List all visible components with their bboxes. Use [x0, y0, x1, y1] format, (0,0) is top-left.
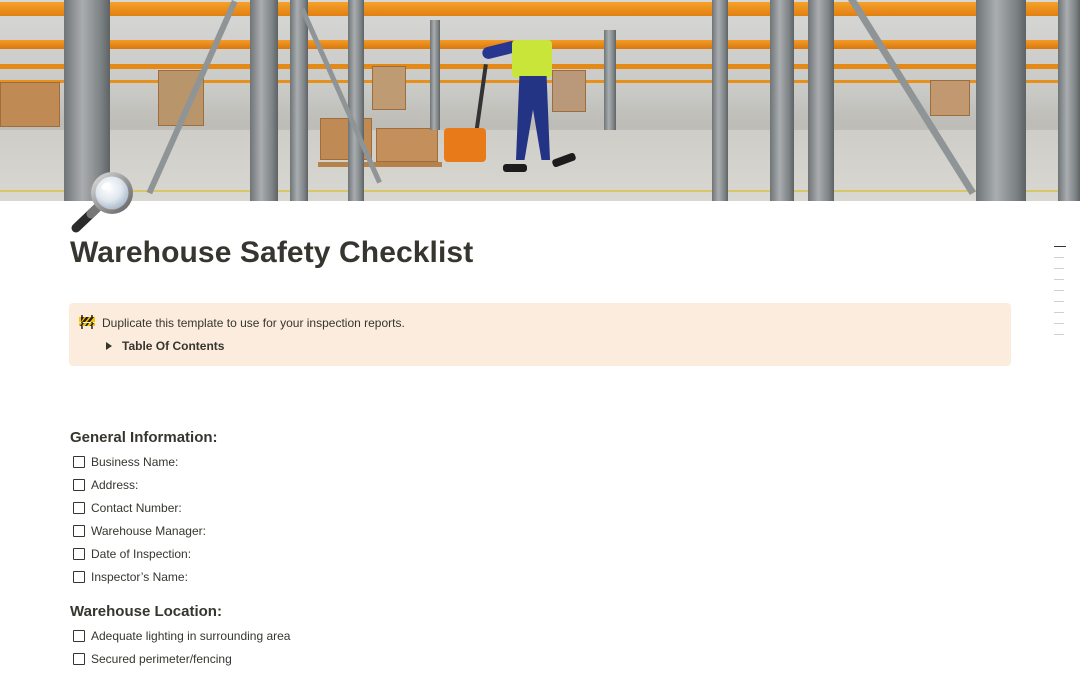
- rack-post: [250, 0, 278, 201]
- todo-item: Contact Number:: [73, 499, 182, 517]
- todo-item: Warehouse Manager:: [73, 522, 206, 540]
- rack-post: [430, 20, 440, 130]
- toc-rail-tick[interactable]: [1054, 301, 1064, 302]
- todo-label[interactable]: Date of Inspection:: [91, 547, 191, 561]
- toc-rail[interactable]: [1054, 246, 1068, 345]
- todo-label[interactable]: Contact Number:: [91, 501, 182, 515]
- floor-marking: [0, 190, 1080, 192]
- triangle-right-icon[interactable]: [106, 342, 112, 350]
- toc-rail-tick[interactable]: [1054, 323, 1064, 324]
- toc-rail-tick[interactable]: [1054, 246, 1066, 247]
- toc-rail-tick[interactable]: [1054, 279, 1064, 280]
- cover-image: [0, 0, 1080, 201]
- cargo-box: [372, 66, 406, 110]
- checkbox[interactable]: [73, 479, 85, 491]
- cargo-box: [376, 128, 438, 162]
- rack-beam: [0, 2, 1080, 16]
- rack-post: [290, 0, 308, 201]
- page-title[interactable]: Warehouse Safety Checklist: [70, 236, 473, 270]
- toc-rail-tick[interactable]: [1054, 268, 1064, 269]
- cargo-box: [0, 82, 60, 127]
- todo-item: Adequate lighting in surrounding area: [73, 627, 290, 645]
- todo-item: Address:: [73, 476, 138, 494]
- todo-item: Business Name:: [73, 453, 178, 471]
- todo-label[interactable]: Secured perimeter/fencing: [91, 652, 232, 666]
- rack-post: [1058, 0, 1080, 201]
- cargo-box: [930, 80, 970, 116]
- toc-toggle-label[interactable]: Table Of Contents: [122, 339, 224, 353]
- todo-label[interactable]: Warehouse Manager:: [91, 524, 206, 538]
- rack-post: [808, 0, 834, 201]
- cargo-box: [552, 70, 586, 112]
- checkbox[interactable]: [73, 502, 85, 514]
- todo-item: Inspector’s Name:: [73, 568, 188, 586]
- magnifying-glass-icon[interactable]: [70, 165, 140, 235]
- todo-label[interactable]: Address:: [91, 478, 138, 492]
- worker-shoe: [503, 164, 527, 172]
- checkbox[interactable]: [73, 571, 85, 583]
- todo-item: Date of Inspection:: [73, 545, 191, 563]
- section-heading-warehouse-location: Warehouse Location:: [70, 603, 222, 620]
- toc-rail-tick[interactable]: [1054, 312, 1064, 313]
- checkbox[interactable]: [73, 630, 85, 642]
- rack-post: [604, 30, 616, 130]
- pallet: [318, 162, 442, 167]
- toc-rail-tick[interactable]: [1054, 257, 1064, 258]
- checkbox[interactable]: [73, 456, 85, 468]
- pallet-truck-handle: [474, 64, 488, 134]
- rack-post: [770, 0, 794, 201]
- construction-barrier-icon: [79, 315, 95, 329]
- callout-text: Duplicate this template to use for your …: [102, 316, 405, 330]
- todo-label[interactable]: Inspector’s Name:: [91, 570, 188, 584]
- section-heading-general-information: General Information:: [70, 429, 218, 446]
- todo-item: Secured perimeter/fencing: [73, 650, 232, 668]
- checkbox[interactable]: [73, 548, 85, 560]
- toc-rail-tick[interactable]: [1054, 334, 1064, 335]
- toc-rail-tick[interactable]: [1054, 290, 1064, 291]
- callout-block[interactable]: Duplicate this template to use for your …: [69, 303, 1011, 366]
- pallet-truck: [444, 128, 486, 162]
- rack-post: [976, 0, 1026, 201]
- todo-label[interactable]: Business Name:: [91, 455, 178, 469]
- worker-vest: [512, 40, 552, 78]
- rack-post: [348, 0, 364, 201]
- checkbox[interactable]: [73, 525, 85, 537]
- todo-label[interactable]: Adequate lighting in surrounding area: [91, 629, 290, 643]
- rack-post: [712, 0, 728, 201]
- checkbox[interactable]: [73, 653, 85, 665]
- toc-toggle[interactable]: Table Of Contents: [106, 337, 224, 355]
